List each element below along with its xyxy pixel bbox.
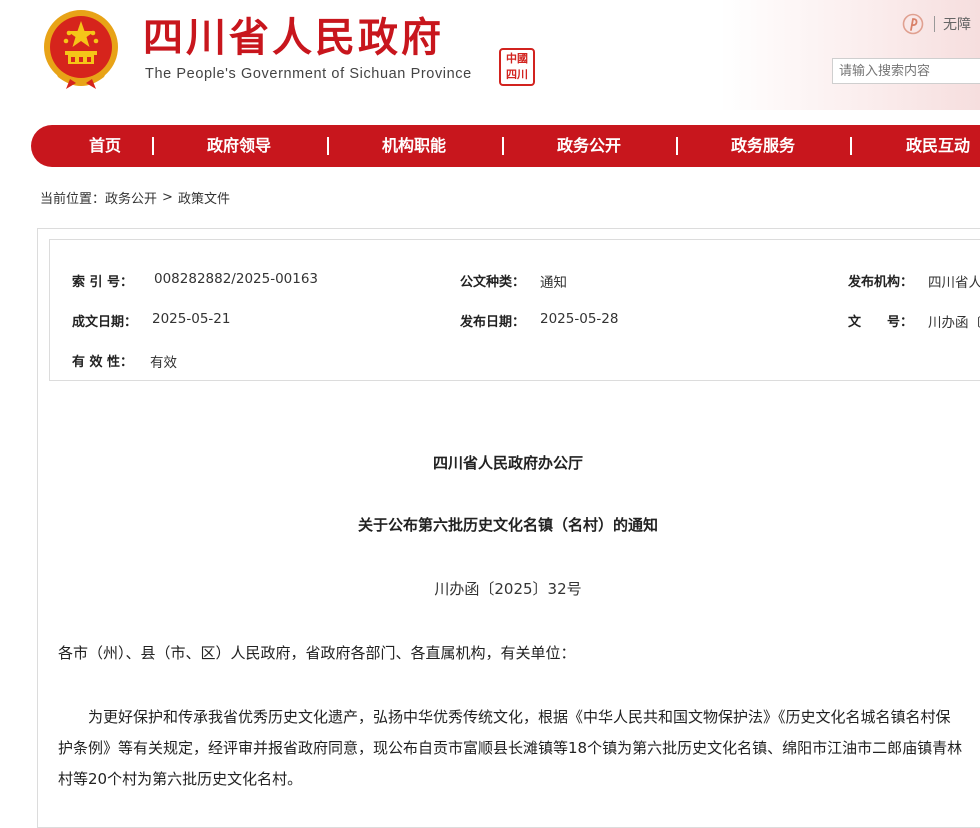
nav-item-services[interactable]: 政务服务	[731, 125, 795, 167]
nav-separator	[850, 137, 852, 155]
meta-docnum-value: 川办函〔	[928, 315, 980, 331]
nav-separator	[502, 137, 504, 155]
meta-validity-label: 有 效 性：	[72, 355, 134, 370]
content-panel: 索 引 号： 008282882/2025-00163 公文种类： 通知 发布机…	[37, 228, 980, 828]
nav-item-functions[interactable]: 机构职能	[382, 125, 446, 167]
meta-created-value: 2025-05-21	[152, 311, 231, 327]
meta-doctype-label: 公文种类：	[460, 275, 526, 290]
document-title: 关于公布第六批历史文化名镇（名村）的通知	[357, 516, 658, 534]
breadcrumb-arrow: >	[162, 190, 173, 205]
nav-separator	[327, 137, 329, 155]
meta-index-value: 008282882/2025-00163	[154, 271, 319, 287]
meta-issuer-label: 发布机构：	[848, 275, 914, 290]
site-header: 四川省人民政府 The People's Government of Sichu…	[0, 0, 980, 120]
document-meta-table: 索 引 号： 008282882/2025-00163 公文种类： 通知 发布机…	[49, 239, 980, 381]
meta-created-label: 成文日期：	[72, 315, 138, 330]
breadcrumb: 当前位置： 政务公开 > 政策文件	[40, 188, 230, 207]
tool-divider	[934, 16, 935, 32]
meta-doctype-value: 通知	[540, 275, 567, 291]
site-subtitle: The People's Government of Sichuan Provi…	[145, 66, 472, 82]
document-number: 川办函〔2025〕32号	[434, 580, 582, 598]
nav-separator	[676, 137, 678, 155]
nav-item-leaders[interactable]: 政府领导	[207, 125, 271, 167]
document-paragraph: 为更好保护和传承我省优秀历史文化遗产，弘扬中华优秀传统文化，根据《中华人民共和国…	[58, 708, 963, 788]
meta-validity-value: 有效	[150, 355, 177, 371]
meta-published-value: 2025-05-28	[540, 311, 619, 327]
top-tools: 无障	[902, 12, 971, 36]
search-input[interactable]	[832, 58, 980, 84]
nav-item-interaction[interactable]: 政民互动	[906, 125, 970, 167]
breadcrumb-link-policy[interactable]: 政策文件	[178, 188, 230, 207]
accessibility-icon[interactable]	[902, 13, 924, 35]
nav-item-openness[interactable]: 政务公开	[557, 125, 621, 167]
document-issuer: 四川省人民政府办公厅	[432, 454, 583, 472]
meta-published-label: 发布日期：	[460, 315, 526, 330]
site-title: 四川省人民政府	[143, 15, 444, 61]
national-emblem-icon	[44, 10, 118, 89]
nav-separator	[152, 137, 154, 155]
breadcrumb-link-openness[interactable]: 政务公开	[105, 188, 157, 207]
nav-item-home[interactable]: 首页	[89, 125, 121, 167]
main-nav: 首页 政府领导 机构职能 政务公开 政务服务 政民互动	[31, 125, 980, 167]
document-salutation: 各市（州）、县（市、区）人民政府，省政府各部门、各直属机构，有关单位：	[58, 644, 576, 662]
breadcrumb-prefix: 当前位置：	[40, 192, 106, 207]
meta-index-label: 索 引 号：	[72, 275, 134, 290]
accessibility-link[interactable]: 无障	[943, 14, 971, 34]
meta-docnum-label: 文 号：	[848, 315, 914, 330]
meta-issuer-value: 四川省人	[928, 275, 980, 291]
seal-logo: 中國 四川	[499, 48, 535, 86]
